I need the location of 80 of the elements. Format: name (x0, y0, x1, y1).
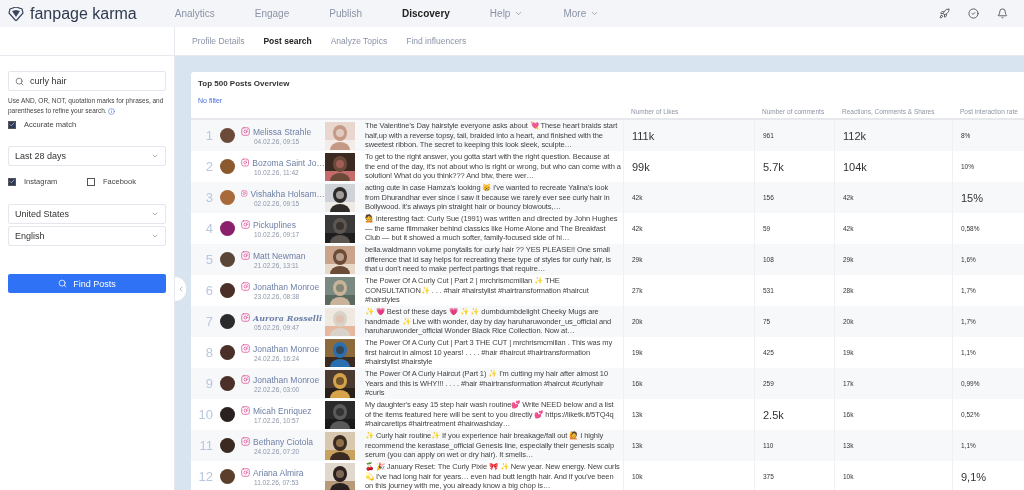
author-name[interactable]: Melissa Strahle (241, 126, 325, 137)
instagram-icon (241, 375, 250, 384)
instagram-icon (241, 220, 250, 229)
rank-number: 9 (204, 376, 214, 391)
metric-value: 9,1% (952, 461, 1024, 490)
avatar (220, 252, 235, 267)
instagram-icon (241, 158, 250, 167)
rank-number: 11 (198, 438, 214, 453)
instagram-icon (241, 468, 250, 477)
rank-number: 6 (204, 283, 214, 298)
rank-number: 2 (204, 159, 214, 174)
rank-number: 1 (204, 128, 214, 143)
nav-item[interactable]: Analytics (174, 8, 215, 19)
instagram-icon (241, 437, 250, 446)
author-name[interactable]: Aurora Rosselli (241, 312, 325, 323)
bell-icon[interactable] (997, 8, 1008, 19)
checkbox[interactable] (87, 177, 95, 186)
tab[interactable]: Analyze Topics (330, 36, 388, 46)
avatar (220, 407, 235, 422)
author-name[interactable]: Matt Newman (241, 250, 325, 261)
instagram-icon (241, 344, 250, 353)
avatar (220, 128, 235, 143)
instagram-icon (241, 189, 248, 198)
author-name[interactable]: Micah Enriquez (241, 405, 325, 416)
avatar (220, 438, 235, 453)
author-name[interactable]: Jonathan Monroe (241, 374, 325, 385)
chevron-down-icon (151, 152, 159, 160)
language-dropdown[interactable]: English (8, 226, 166, 246)
logo-icon (8, 6, 24, 21)
nav-item[interactable]: Help (489, 8, 524, 19)
card-title: Top 500 Posts Overview (198, 79, 291, 88)
search-icon (58, 279, 68, 288)
tab[interactable]: Post search (263, 36, 312, 46)
find-posts-button[interactable]: Find Posts (8, 274, 166, 293)
brand-name: fanpage karma (30, 4, 137, 23)
rank-number: 12 (197, 469, 214, 484)
avatar (220, 345, 235, 360)
instagram-icon (241, 127, 250, 136)
rank-number: 7 (204, 314, 214, 329)
avatar (220, 283, 235, 298)
check-circle-icon[interactable] (968, 8, 979, 19)
author-name[interactable]: Bethany Ciotola (241, 436, 325, 447)
nav-item[interactable]: Discovery (402, 8, 450, 19)
nav-item[interactable]: Publish (329, 8, 363, 19)
checkbox[interactable] (8, 120, 16, 129)
author-name[interactable]: Bozoma Saint Jo… (241, 157, 325, 168)
avatar (220, 469, 235, 484)
rank-number: 4 (204, 221, 214, 236)
author-name[interactable]: Vishakha Holsam… (241, 188, 325, 199)
instagram-icon (241, 313, 250, 322)
nav-item[interactable]: Engage (254, 8, 290, 19)
rank-number: 3 (204, 190, 214, 205)
search-field[interactable]: curly hair (8, 71, 166, 91)
instagram-icon (241, 406, 250, 415)
rocket-icon[interactable] (939, 8, 950, 19)
rank-number: 5 (204, 252, 214, 267)
avatar (220, 376, 235, 391)
avatar (220, 314, 235, 329)
period-dropdown[interactable]: Last 28 days (8, 146, 166, 166)
country-dropdown[interactable]: United States (8, 204, 166, 224)
chevron-down-icon (151, 232, 159, 240)
avatar (220, 221, 235, 236)
rank-number: 8 (204, 345, 214, 360)
avatar (220, 159, 235, 174)
author-name[interactable]: Jonathan Monroe (241, 343, 325, 354)
checkbox[interactable] (8, 177, 16, 186)
chevron-down-icon (590, 9, 600, 18)
search-icon (15, 76, 24, 86)
author-name[interactable]: Jonathan Monroe (241, 281, 325, 292)
rank-number: 10 (197, 407, 214, 422)
chevron-down-icon (151, 210, 159, 218)
author-name[interactable]: Pickuplines (241, 219, 325, 230)
avatar (220, 190, 235, 205)
tab[interactable]: Profile Details (192, 36, 245, 46)
tab[interactable]: Find influencers (406, 36, 467, 46)
instagram-icon (241, 251, 250, 260)
instagram-icon (241, 282, 250, 291)
chevron-down-icon (514, 9, 524, 18)
nav-item[interactable]: More (563, 8, 600, 19)
author-name[interactable]: Ariana Almira (241, 467, 325, 478)
